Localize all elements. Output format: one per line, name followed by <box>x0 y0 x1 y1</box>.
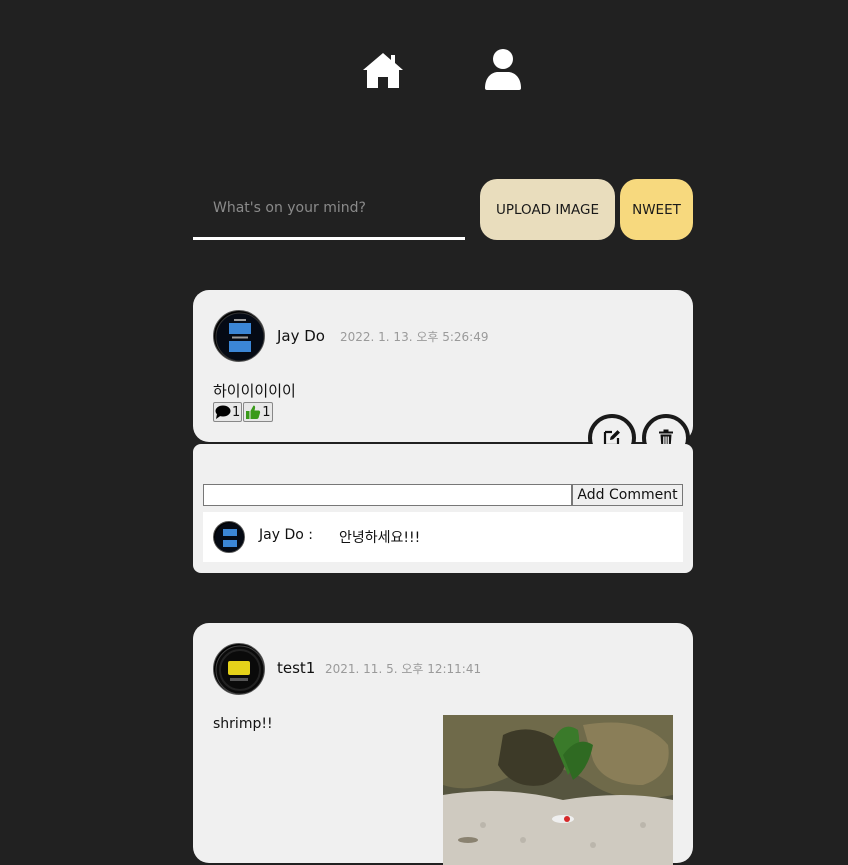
nweet-image <box>443 715 673 865</box>
comment-count: 1 <box>232 404 241 420</box>
comment-item: Jay Do : 안녕하세요!!! <box>203 512 683 562</box>
reactions: 1 1 <box>213 402 273 422</box>
upload-image-button[interactable]: UPLOAD IMAGE <box>480 179 615 240</box>
comments-panel: Add Comment Jay Do : 안녕하세요!!! <box>193 444 693 573</box>
nweet-card: test1 2021. 11. 5. 오후 12:11:41 shrimp!! <box>193 623 693 865</box>
like-button[interactable]: 1 <box>243 402 273 422</box>
comment-author: Jay Do : <box>259 527 313 543</box>
nweet-text: 하이이이이이 <box>213 382 296 400</box>
comment-input[interactable] <box>203 484 572 506</box>
avatar <box>213 521 245 553</box>
nweet-composer: UPLOAD IMAGE NWEET <box>193 179 693 241</box>
profile-icon[interactable] <box>484 48 522 90</box>
author-name: Jay Do <box>277 327 325 345</box>
nweet-input[interactable] <box>193 179 465 240</box>
nweet-button[interactable]: NWEET <box>620 179 693 240</box>
like-count: 1 <box>262 404 271 420</box>
comment-button[interactable]: 1 <box>213 402 243 422</box>
avatar <box>213 310 265 362</box>
nweet-text: shrimp!! <box>213 716 273 732</box>
comment-text: 안녕하세요!!! <box>339 530 421 546</box>
add-comment-button[interactable]: Add Comment <box>572 484 683 506</box>
top-nav <box>0 46 848 94</box>
comment-icon <box>215 405 231 419</box>
timestamp: 2022. 1. 13. 오후 5:26:49 <box>340 330 489 344</box>
author-name: test1 <box>277 659 316 677</box>
timestamp: 2021. 11. 5. 오후 12:11:41 <box>325 662 482 676</box>
thumbs-up-icon <box>246 405 261 419</box>
home-icon[interactable] <box>362 50 404 90</box>
avatar <box>213 643 265 695</box>
